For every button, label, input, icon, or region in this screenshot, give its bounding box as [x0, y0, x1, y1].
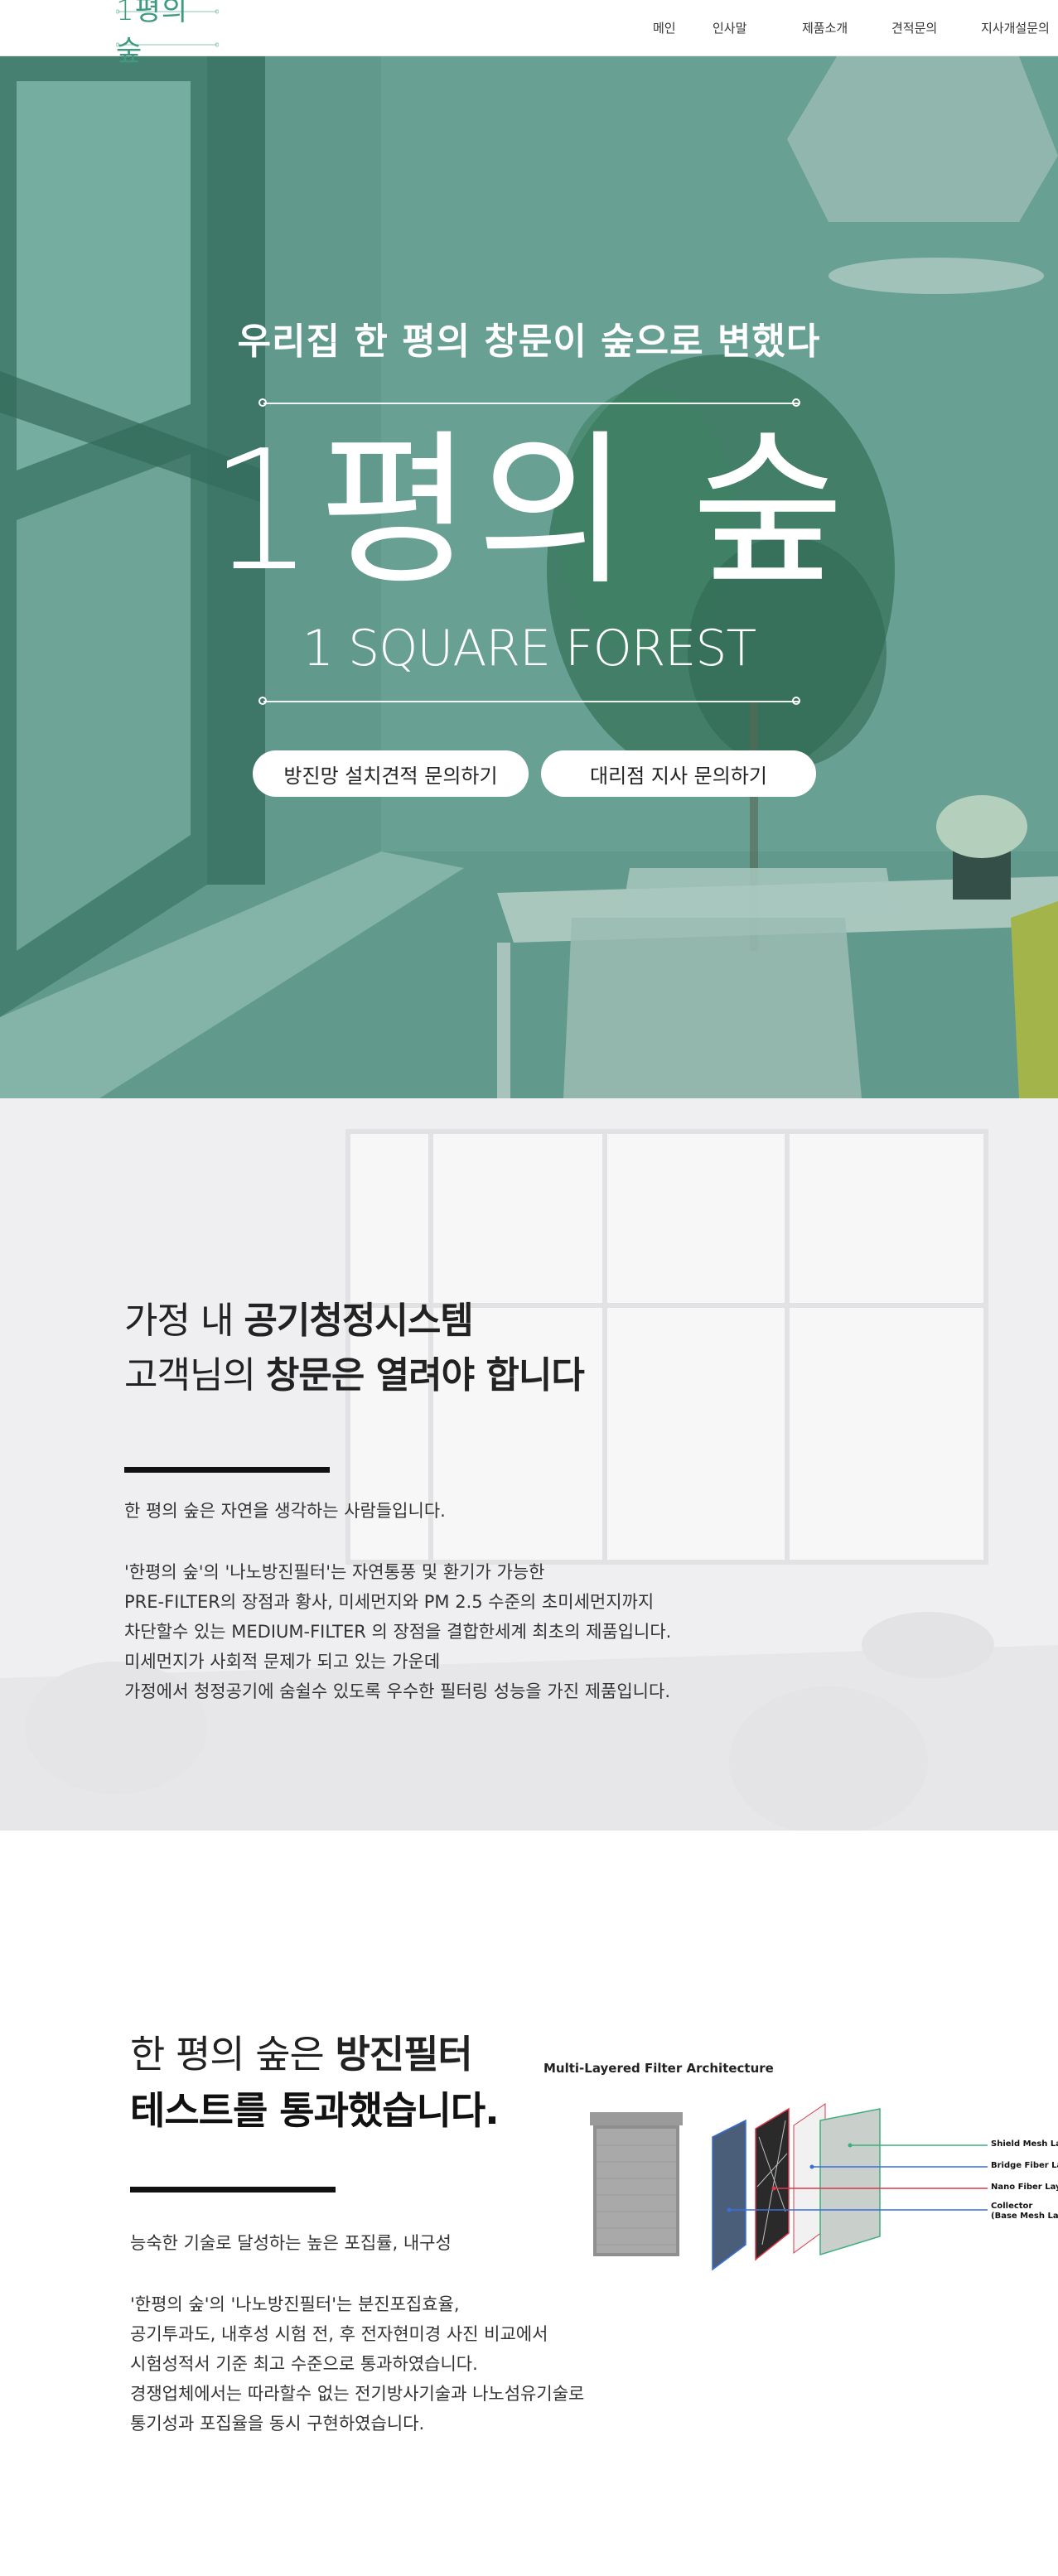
body-line: 가정에서 청정공기에 숨쉴수 있도록 우수한 필터링 성능을 가진 제품입니다. [124, 1681, 670, 1701]
body-line: '한평의 숲'의 '나노방진필터'는 자연통풍 및 환기가 가능한 [124, 1562, 545, 1582]
menu-main[interactable]: 메인 [653, 19, 676, 36]
body-line: 미세먼지가 사회적 문제가 되고 있는 가운데 [124, 1652, 441, 1672]
divider-dot [792, 697, 800, 705]
hero-subtitle: 1 SQUARE FOREST [302, 620, 756, 678]
menu-products[interactable]: 제품소개 [802, 19, 848, 36]
filter-layers-illustration [590, 2103, 988, 2271]
hero-section: 우리집 한 평의 창문이 숲으로 변했다 1평의 숲 1 SQUARE FORE… [0, 56, 1058, 1098]
divider-dot [792, 398, 800, 407]
section3-title-line2: 테스트를 통과했습니다. [130, 2088, 500, 2133]
hero-tagline: 우리집 한 평의 창문이 숲으로 변했다 [237, 321, 821, 363]
estimate-inquiry-button[interactable]: 방진망 설치견적 문의하기 [253, 750, 529, 797]
layer-label-collector: Collector [991, 2202, 1033, 2211]
title-light: 고객님의 [124, 1354, 266, 1397]
section3-body: '한평의 숲'의 '나노방진필터'는 분진포집효율, 공기투과도, 내후성 시험… [130, 2289, 584, 2439]
title-light: 가정 내 [124, 1300, 244, 1342]
layer-label-bridge: Bridge Fiber Layer [991, 2161, 1058, 2170]
body-line: 시험성적서 기준 최고 수준으로 통과하였습니다. [130, 2354, 478, 2374]
section2-title-line2: 고객님의 창문은 열려야 합니다 [124, 1345, 585, 1398]
section2-accent-bar [124, 1467, 330, 1473]
body-line: PRE-FILTER의 장점과 황사, 미세먼지와 PM 2.5 수준의 초미세… [124, 1592, 655, 1612]
top-navigation: 1평의 숲 메인 인사말 제품소개 견적문의 지사개설문의 [0, 0, 1058, 68]
section3-title-line1: 한 평의 숲은 방진필터 [130, 2024, 473, 2079]
logo-text: 1평의 숲 [116, 0, 189, 68]
layer-label-nano: Nano Fiber Layer [991, 2183, 1058, 2192]
interior-background-image [0, 1098, 1058, 1831]
body-line: '한평의 숲'의 '나노방진필터'는 분진포집효율, [130, 2294, 460, 2314]
filter-architecture-diagram: Multi-Layered Filter Architecture Shield… [539, 2046, 1058, 2294]
menu-branch[interactable]: 지사개설문의 [981, 19, 1050, 36]
divider-dot [258, 398, 267, 407]
title-light: 한 평의 숲은 [130, 2032, 336, 2077]
section2-title-line1: 가정 내 공기청정시스템 [124, 1290, 474, 1343]
logo[interactable]: 1평의 숲 [116, 0, 219, 68]
layer-label-shield: Shield Mesh Layer [991, 2139, 1058, 2149]
menu-greeting[interactable]: 인사말 [713, 19, 746, 36]
divider-dot [258, 697, 267, 705]
branch-inquiry-button[interactable]: 대리점 지사 문의하기 [541, 750, 816, 797]
title-bold: 창문은 열려야 합니다 [265, 1354, 585, 1397]
hero-divider-bottom [263, 701, 799, 702]
body-line: 경쟁업체에서는 따라할수 없는 전기방사기술과 나노섬유기술로 [130, 2384, 585, 2404]
section3-accent-bar [130, 2187, 336, 2192]
section3-lead: 능숙한 기술로 달성하는 높은 포집률, 내구성 [130, 2233, 452, 2253]
title-bold: 방진필터 [335, 2032, 472, 2077]
air-system-section [0, 1098, 1058, 1831]
title-bold: 공기청정시스템 [244, 1300, 473, 1342]
section2-lead: 한 평의 숲은 자연을 생각하는 사람들입니다. [124, 1501, 446, 1521]
body-line: 차단할수 있는 MEDIUM-FILTER 의 장점을 결합한세계 최초의 제품… [124, 1622, 672, 1642]
layer-label-base-mesh: (Base Mesh Layer) [991, 2212, 1058, 2221]
body-line: 공기투과도, 내후성 시험 전, 후 전자현미경 사진 비교에서 [130, 2324, 548, 2344]
menu-estimate[interactable]: 견적문의 [891, 19, 937, 36]
body-line: 통기성과 포집율을 동시 구현하였습니다. [130, 2414, 425, 2434]
hero-title: 1평의 숲 [209, 415, 849, 608]
section2-body: '한평의 숲'의 '나노방진필터'는 자연통풍 및 환기가 가능한 PRE-FI… [124, 1557, 671, 1706]
hero-divider-top [263, 403, 799, 404]
